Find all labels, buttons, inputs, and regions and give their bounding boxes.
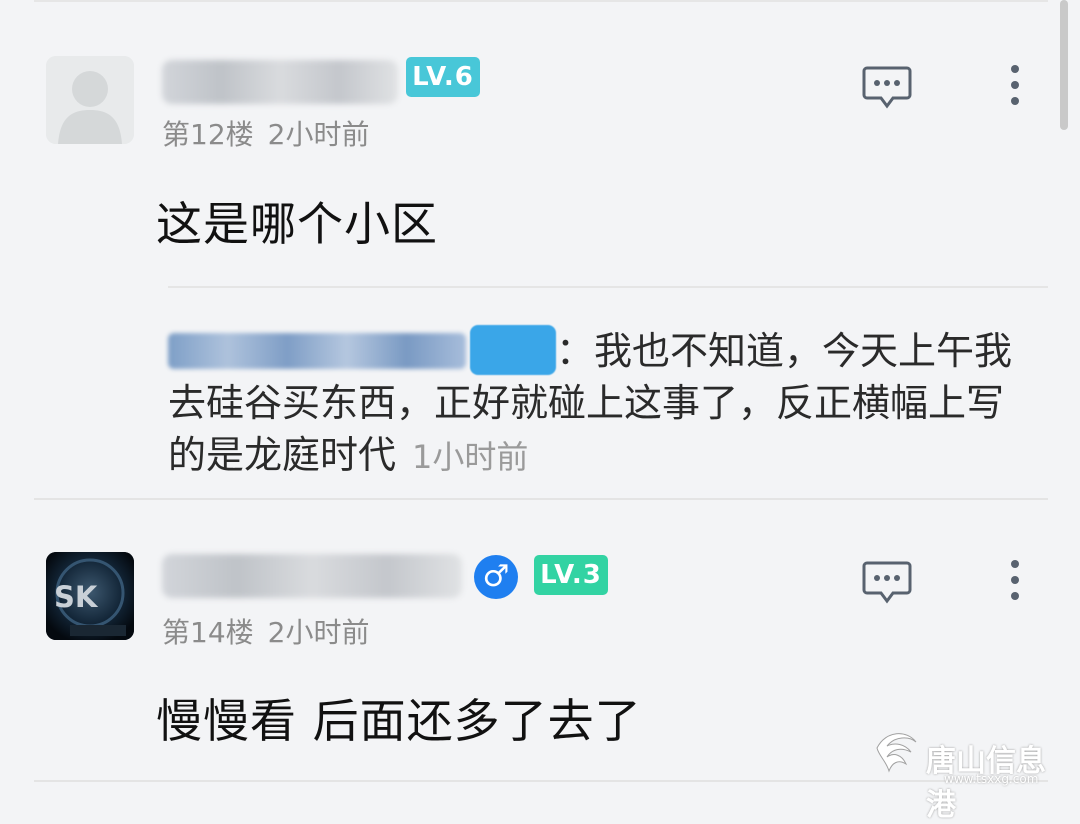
avatar[interactable]: SK: [46, 552, 134, 640]
user-avatar-icon: SK: [46, 552, 134, 640]
reply-author-blurred[interactable]: [168, 333, 466, 369]
level-badge: LV.6: [406, 57, 480, 97]
default-avatar-icon: [46, 56, 134, 144]
avatar[interactable]: [46, 56, 134, 144]
reply-author-badge: [470, 325, 556, 375]
reply-divider: [168, 286, 1048, 288]
reply-icon[interactable]: [862, 65, 912, 109]
floor-number: 第12楼: [162, 118, 254, 151]
comment-text: 慢慢看 后面还多了去了: [156, 694, 642, 748]
reply-text: ：我也不知道，今天上午我去硅谷买东西，正好就碰上这事了，反正横幅上写的是龙庭时代…: [168, 325, 1038, 483]
comment-item: LV.6 第12楼 2小时前 这是哪个小区 ：我也不知道，今天上午我去硅谷买东西，…: [0, 0, 1080, 500]
post-time: 2小时前: [267, 118, 370, 151]
svg-text:SK: SK: [54, 580, 99, 614]
post-meta: 第14楼 2小时前: [162, 611, 369, 651]
reply-time: 1小时前: [412, 438, 529, 476]
reply-icon[interactable]: [862, 560, 912, 604]
floor-number: 第14楼: [162, 616, 254, 649]
username-blurred[interactable]: [162, 554, 462, 598]
watermark-logo-icon: [876, 733, 917, 773]
username-blurred[interactable]: [162, 60, 398, 104]
watermark: 唐山信息港 www.tsxxg.com: [862, 718, 1070, 823]
post-time: 2小时前: [267, 616, 370, 649]
comment-text: 这是哪个小区: [156, 197, 438, 251]
post-meta: 第12楼 2小时前: [162, 113, 369, 153]
level-badge: LV.3: [534, 555, 608, 595]
more-options-icon[interactable]: [1005, 560, 1025, 604]
more-options-icon[interactable]: [1005, 65, 1025, 109]
male-gender-icon: ♂: [474, 555, 518, 599]
watermark-url: www.tsxxg.com: [944, 772, 1039, 786]
